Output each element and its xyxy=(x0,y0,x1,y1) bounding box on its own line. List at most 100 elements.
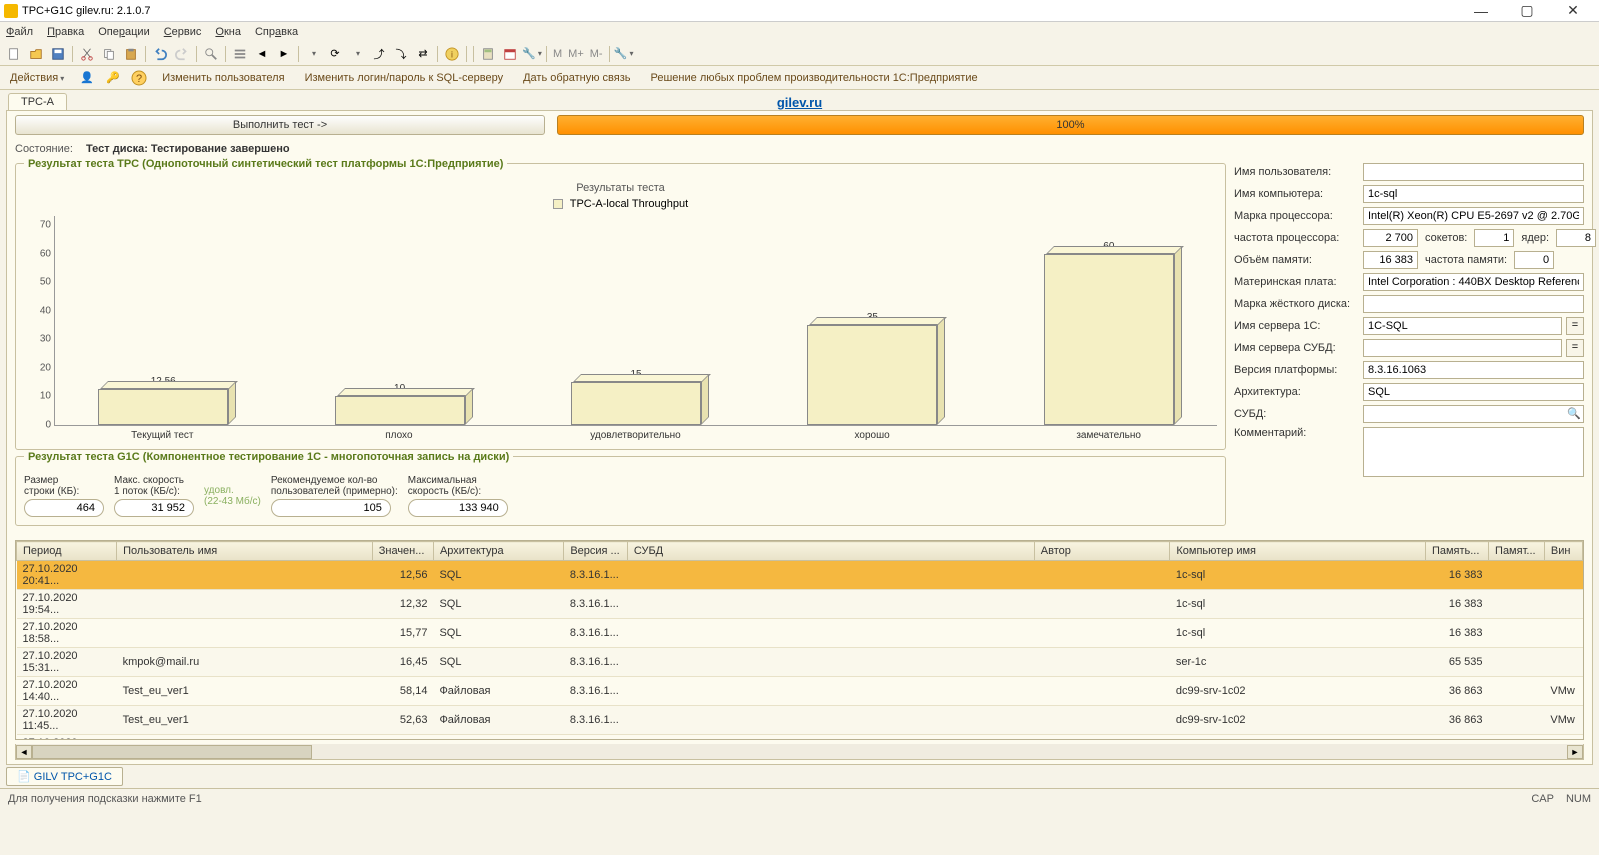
tab-tpca[interactable]: TPC-A xyxy=(8,93,67,110)
table-row[interactable]: 27.10.2020 18:58...15,77SQL8.3.16.1...1c… xyxy=(17,619,1583,648)
max-speed2-input[interactable] xyxy=(408,499,508,517)
calendar-icon[interactable] xyxy=(500,44,520,64)
menu-ops[interactable]: Операции xyxy=(98,26,149,38)
menu-edit[interactable]: Правка xyxy=(47,26,84,38)
table-row[interactable]: 27.10.2020 19:54...12,32SQL8.3.16.1...1c… xyxy=(17,590,1583,619)
menu-help[interactable]: Справка xyxy=(255,26,298,38)
undo-icon[interactable] xyxy=(150,44,170,64)
table-row[interactable]: 27.10.2020 9:52:...or324,15SQL8.3.16.1..… xyxy=(17,735,1583,741)
feedback-link[interactable]: Дать обратную связь xyxy=(517,70,636,86)
calc-icon[interactable] xyxy=(478,44,498,64)
mem-freq-input[interactable] xyxy=(1514,251,1554,269)
action3-icon[interactable]: ⇄ xyxy=(413,44,433,64)
hdd-input[interactable] xyxy=(1363,295,1584,313)
comment-input[interactable] xyxy=(1363,427,1584,477)
scroll-left-icon[interactable]: ◄ xyxy=(16,745,32,759)
wrench-icon[interactable]: 🔧 xyxy=(614,44,634,64)
maximize-button[interactable]: ▢ xyxy=(1513,2,1541,20)
paste-icon[interactable] xyxy=(121,44,141,64)
cpu-brand-input[interactable] xyxy=(1363,207,1584,225)
th-vin[interactable]: Вин xyxy=(1544,542,1582,561)
cut-icon[interactable] xyxy=(77,44,97,64)
cpu-freq-input[interactable] xyxy=(1363,229,1418,247)
max-speed-input[interactable] xyxy=(114,499,194,517)
th-computer[interactable]: Компьютер имя xyxy=(1170,542,1426,561)
th-mem2[interactable]: Памят... xyxy=(1489,542,1545,561)
mb-input[interactable] xyxy=(1363,273,1584,291)
info-icon[interactable]: i xyxy=(442,44,462,64)
th-arch[interactable]: Архитектура xyxy=(433,542,563,561)
dropdown1-icon[interactable] xyxy=(303,44,323,64)
table-row[interactable]: 27.10.2020 20:41...12,56SQL8.3.16.1...1c… xyxy=(17,561,1583,590)
sockets-input[interactable] xyxy=(1474,229,1514,247)
change-login-link[interactable]: Изменить логин/пароль к SQL-серверу xyxy=(299,70,510,86)
chart-bar: 15 xyxy=(538,369,734,425)
table-row[interactable]: 27.10.2020 11:45...Test_eu_ver152,63Файл… xyxy=(17,706,1583,735)
scroll-thumb[interactable] xyxy=(32,745,312,759)
th-dbms[interactable]: СУБД xyxy=(627,542,1034,561)
help-icon[interactable]: ? xyxy=(130,69,148,87)
th-value[interactable]: Значен... xyxy=(372,542,433,561)
menubar: Файл Правка Операции Сервис Окна Справка xyxy=(0,22,1599,42)
dbms-input[interactable] xyxy=(1363,405,1584,423)
arch-input[interactable] xyxy=(1363,383,1584,401)
minimize-button[interactable]: — xyxy=(1467,2,1495,20)
solve-link[interactable]: Решение любых проблем производительности… xyxy=(645,70,984,86)
m-label: M xyxy=(553,48,562,60)
dropdown2-icon[interactable] xyxy=(347,44,367,64)
save-icon[interactable] xyxy=(48,44,68,64)
find-icon[interactable] xyxy=(201,44,221,64)
srv1c-eq-button[interactable]: = xyxy=(1566,317,1584,335)
actions-dropdown[interactable]: Действия xyxy=(4,70,70,86)
cpu-brand-label: Марка процессора: xyxy=(1234,210,1359,222)
srvdb-input[interactable] xyxy=(1363,339,1562,357)
horizontal-scrollbar[interactable]: ◄ ► xyxy=(15,744,1584,760)
nav-fwd-icon[interactable]: ► xyxy=(274,44,294,64)
copy-icon[interactable] xyxy=(99,44,119,64)
computer-input[interactable] xyxy=(1363,185,1584,203)
user-icon[interactable]: 👤 xyxy=(78,69,96,87)
mem-input[interactable] xyxy=(1363,251,1418,269)
username-input[interactable] xyxy=(1363,163,1584,181)
th-user[interactable]: Пользователь имя xyxy=(117,542,373,561)
cores-label: ядер: xyxy=(1518,232,1552,244)
table-row[interactable]: 27.10.2020 14:40...Test_eu_ver158,14Файл… xyxy=(17,677,1583,706)
dbms-label: СУБД: xyxy=(1234,408,1359,420)
rec-users-input[interactable] xyxy=(271,499,391,517)
menu-file[interactable]: Файл xyxy=(6,26,33,38)
menu-service[interactable]: Сервис xyxy=(164,26,202,38)
redo-icon[interactable] xyxy=(172,44,192,64)
srv1c-input[interactable] xyxy=(1363,317,1562,335)
menu-windows[interactable]: Окна xyxy=(215,26,241,38)
action2-icon[interactable]: ⤵ xyxy=(391,44,411,64)
srvdb-eq-button[interactable]: = xyxy=(1566,339,1584,357)
refresh-icon[interactable]: ⟳ xyxy=(325,44,345,64)
key-icon[interactable]: 🔑 xyxy=(104,69,122,87)
run-test-button[interactable]: Выполнить тест -> xyxy=(15,115,545,135)
tool-dd-icon[interactable]: 🔧 xyxy=(522,44,542,64)
table-row[interactable]: 27.10.2020 15:31...kmpok@mail.ru16,45SQL… xyxy=(17,648,1583,677)
new-icon[interactable] xyxy=(4,44,24,64)
close-button[interactable]: ✕ xyxy=(1559,2,1587,20)
nav-back-icon[interactable]: ◄ xyxy=(252,44,272,64)
list-icon[interactable] xyxy=(230,44,250,64)
row-size-input[interactable] xyxy=(24,499,104,517)
tpc-result-group: Результат теста TPC (Однопоточный синтет… xyxy=(15,163,1226,450)
change-user-link[interactable]: Изменить пользователя xyxy=(156,70,290,86)
th-mem1[interactable]: Память... xyxy=(1425,542,1488,561)
th-period[interactable]: Период xyxy=(17,542,117,561)
action1-icon[interactable]: ⤴ xyxy=(369,44,389,64)
scroll-right-icon[interactable]: ► xyxy=(1567,745,1583,759)
document-tab[interactable]: 📄 GILV TPC+G1C xyxy=(6,767,123,786)
platform-input[interactable] xyxy=(1363,361,1584,379)
th-version[interactable]: Версия ... xyxy=(564,542,628,561)
cores-input[interactable] xyxy=(1556,229,1596,247)
sockets-label: сокетов: xyxy=(1422,232,1470,244)
chart-bar: 60 xyxy=(1011,241,1207,425)
max-speed-label: Макс. скорость 1 поток (КБ/с): xyxy=(114,475,194,497)
search-icon[interactable]: 🔍 xyxy=(1567,407,1581,420)
open-icon[interactable] xyxy=(26,44,46,64)
th-author[interactable]: Автор xyxy=(1034,542,1170,561)
brand-link[interactable]: gilev.ru xyxy=(777,95,822,110)
mb-label: Материнская плата: xyxy=(1234,276,1359,288)
